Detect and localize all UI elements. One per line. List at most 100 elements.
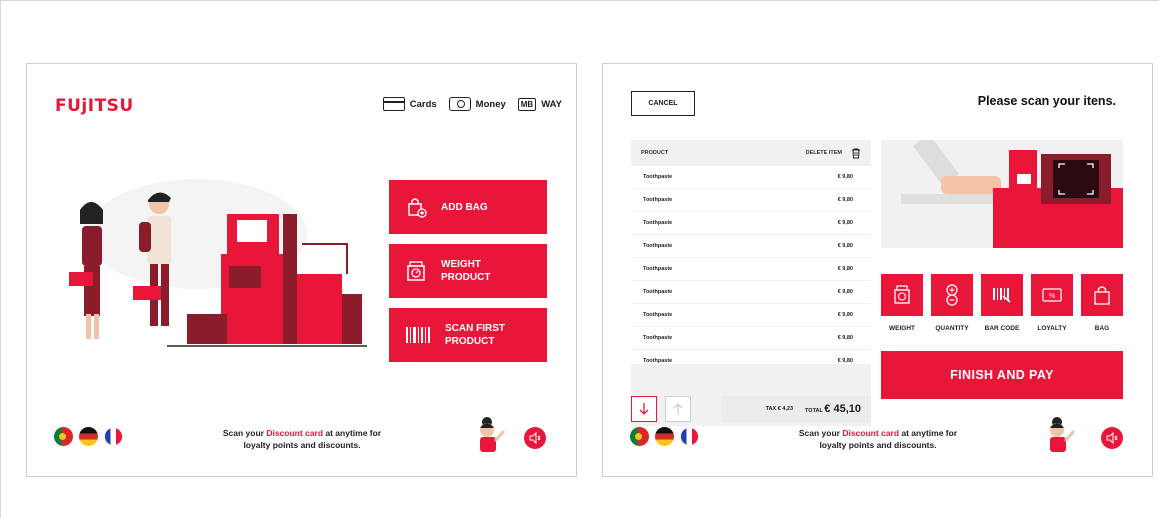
loyalty-card-icon: %: [1042, 288, 1062, 302]
tax-value: € 4,23: [777, 406, 794, 412]
loyalty-option-button[interactable]: %: [1031, 274, 1073, 316]
barcode-icon: [993, 288, 1011, 303]
bag-option-button[interactable]: [1081, 274, 1123, 316]
scale-icon: [894, 285, 910, 304]
money-icon: [448, 97, 471, 111]
assistant-avatar-icon[interactable]: [1043, 416, 1077, 454]
arrow-down-icon: [639, 403, 649, 415]
product-price: € 9,80: [837, 357, 853, 364]
bag-option-label: BAG: [1094, 325, 1110, 332]
payment-money-label: Money: [475, 98, 506, 110]
flag-portugal-icon[interactable]: [630, 427, 649, 446]
speaker-icon: [529, 432, 541, 444]
language-selector: [630, 427, 699, 446]
flag-france-icon[interactable]: [104, 427, 123, 446]
product-name: Toothpaste: [643, 173, 673, 180]
delete-item-button[interactable]: DELETE ITEM: [806, 148, 861, 159]
scale-icon: [407, 261, 425, 281]
finish-and-pay-button[interactable]: FINISH AND PAY: [881, 351, 1123, 399]
quantity-option-button[interactable]: [931, 274, 973, 316]
plus-minus-icon: [946, 284, 958, 306]
payment-methods: Cards Money MB WAY: [382, 97, 562, 111]
add-bag-button[interactable]: ADD BAG: [389, 180, 547, 234]
welcome-screen: FUjITSU Cards Money MB WAY ADD BAG WEIGH…: [26, 63, 577, 477]
product-price: € 9,80: [837, 173, 853, 180]
flag-france-icon[interactable]: [680, 427, 699, 446]
delete-item-label: DELETE ITEM: [805, 150, 842, 156]
scan-prompt: Please scan your itens.: [977, 94, 1116, 108]
sound-toggle-button[interactable]: [1101, 427, 1123, 449]
scanning-illustration: [881, 140, 1123, 248]
card-icon: [382, 97, 405, 111]
canvas: FUjITSU Cards Money MB WAY ADD BAG WEIGH…: [0, 0, 1159, 518]
footer: Scan your Discount card at anytime for l…: [603, 416, 1152, 456]
language-selector: [54, 427, 123, 446]
assistant-avatar-icon[interactable]: [473, 416, 507, 454]
scan-first-product-button[interactable]: SCAN FIRST PRODUCT: [389, 308, 547, 362]
weight-option-button[interactable]: [881, 274, 923, 316]
barcode-option-button[interactable]: [981, 274, 1023, 316]
bag-icon: [1094, 286, 1110, 305]
payment-mbway-label: WAY: [541, 98, 562, 110]
weight-product-label: WEIGHT PRODUCT: [441, 259, 491, 283]
product-name: Toothpaste: [643, 242, 673, 249]
total-label: TOTAL: [805, 408, 823, 414]
product-list-header: PRODUCT DELETE ITEM: [631, 140, 871, 166]
add-bag-label: ADD BAG: [441, 201, 488, 213]
product-name: Toothpaste: [643, 288, 673, 295]
discount-card-hint: Scan your Discount card at anytime for l…: [217, 427, 387, 451]
cancel-button[interactable]: CANCEL: [631, 91, 695, 116]
product-price: € 9,80: [837, 242, 853, 249]
product-row[interactable]: Toothpaste € 9,80: [631, 281, 871, 304]
discount-card-link: Discount card: [266, 428, 324, 438]
product-name: Toothpaste: [643, 196, 673, 203]
discount-card-hint: Scan your Discount card at anytime for l…: [793, 427, 963, 451]
barcode-icon: [406, 327, 430, 343]
product-price: € 9,80: [837, 334, 853, 341]
flag-germany-icon[interactable]: [655, 427, 674, 446]
total-value: € 45,10: [824, 403, 861, 415]
product-name: Toothpaste: [643, 265, 673, 272]
flag-germany-icon[interactable]: [79, 427, 98, 446]
discount-prefix: Scan your: [222, 428, 267, 438]
product-list[interactable]: Toothpaste € 9,80 Toothpaste € 9,80 Toothpas…: [631, 166, 871, 364]
tax-label: TAX: [765, 406, 777, 412]
product-row[interactable]: Toothpaste € 9,80: [631, 189, 871, 212]
svg-text:%: %: [1049, 293, 1055, 300]
product-price: € 9,80: [837, 265, 853, 272]
product-row[interactable]: Toothpaste € 9,80: [631, 258, 871, 281]
product-name: Toothpaste: [643, 357, 673, 364]
payment-cards: Cards: [382, 97, 437, 111]
product-name: Toothpaste: [643, 219, 673, 226]
product-price: € 9,80: [837, 219, 853, 226]
product-row[interactable]: Toothpaste € 9,80: [631, 166, 871, 189]
product-row[interactable]: Toothpaste € 9,80: [631, 327, 871, 350]
product-row[interactable]: Toothpaste € 9,80: [631, 304, 871, 327]
sound-toggle-button[interactable]: [524, 427, 546, 449]
product-row[interactable]: Toothpaste € 9,80: [631, 235, 871, 258]
footer: Scan your Discount card at anytime for l…: [27, 416, 576, 456]
weight-product-button[interactable]: WEIGHT PRODUCT: [389, 244, 547, 298]
payment-money: Money: [448, 97, 506, 111]
product-name: Toothpaste: [643, 311, 673, 318]
flag-portugal-icon[interactable]: [54, 427, 73, 446]
arrow-up-icon: [673, 403, 683, 415]
tax-summary: TAX € 4,23: [766, 406, 793, 412]
mb-way-icon: MB: [517, 97, 537, 111]
discount-card-link: Discount card: [842, 428, 900, 438]
scanning-screen: CANCEL Please scan your itens. PRODUCT D…: [602, 63, 1153, 477]
fujitsu-logo: FUjITSU: [55, 96, 134, 116]
total-summary: TOTAL € 45,10: [805, 403, 861, 415]
product-price: € 9,80: [837, 288, 853, 295]
product-row[interactable]: Toothpaste € 9,80: [631, 212, 871, 235]
product-row[interactable]: Toothpaste € 9,80: [631, 350, 871, 364]
product-price: € 9,80: [837, 311, 853, 318]
trash-icon: [852, 148, 860, 158]
discount-prefix: Scan your: [798, 428, 843, 438]
payment-mbway: MB WAY: [517, 97, 562, 111]
product-price: € 9,80: [837, 196, 853, 203]
column-product: PRODUCT: [641, 150, 669, 156]
speaker-icon: [1106, 432, 1118, 444]
product-list-panel: PRODUCT DELETE ITEM Toothpaste € 9,80 Toot…: [631, 140, 871, 426]
kiosk-shoppers-illustration: [69, 179, 367, 347]
